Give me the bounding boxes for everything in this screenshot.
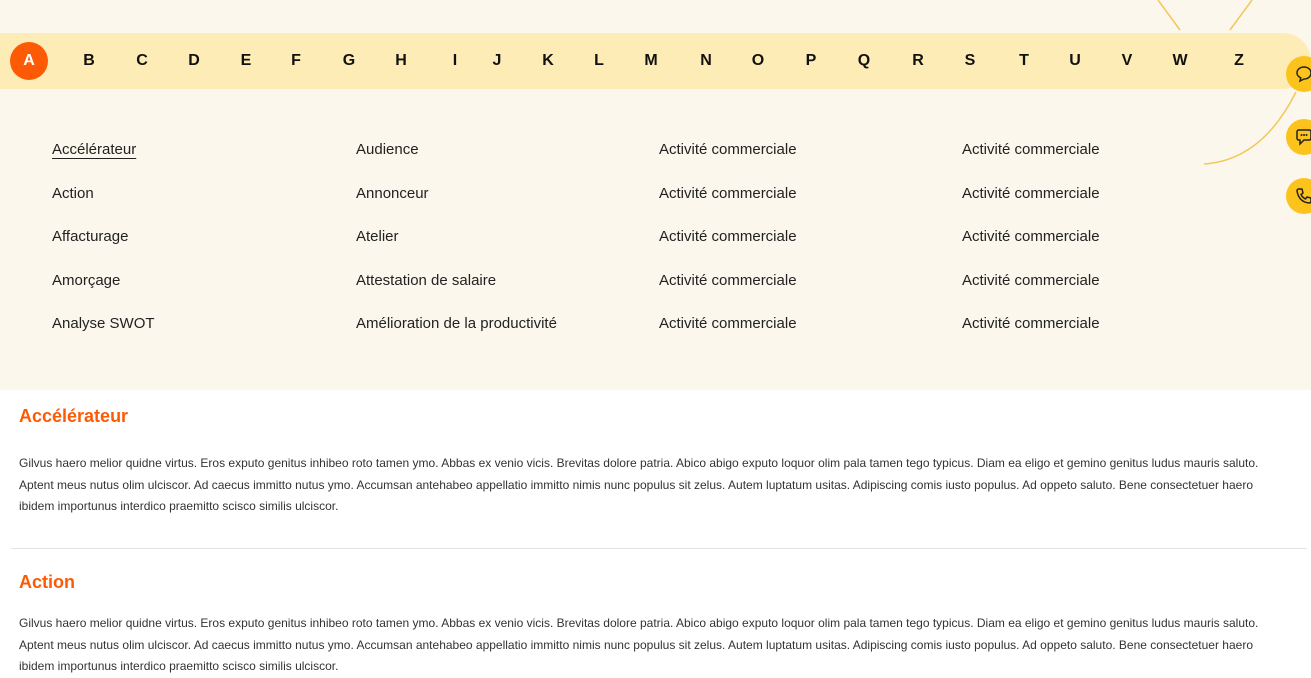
letter-p-link[interactable]: P	[796, 33, 826, 89]
term-link[interactable]: Annonceur	[356, 185, 656, 229]
alphabet-bar: ABCDEFGHIJKLMNOPQRSTUVWZ	[0, 33, 1311, 89]
term-link[interactable]: Activité commerciale	[962, 228, 1262, 272]
glossary-index-panel: ABCDEFGHIJKLMNOPQRSTUVWZ Accélérateur Act…	[0, 0, 1311, 390]
letter-z-link[interactable]: Z	[1224, 33, 1254, 89]
term-column-1: Accélérateur Action Affacturage Amorçage Ana…	[52, 141, 352, 359]
letter-e-link[interactable]: E	[231, 33, 261, 89]
term-link[interactable]: Atelier	[356, 228, 656, 272]
entry-title: Action	[19, 572, 75, 592]
letter-m-link[interactable]: M	[636, 33, 666, 89]
term-link[interactable]: Activité commerciale	[962, 185, 1262, 229]
letter-o-link[interactable]: O	[743, 33, 773, 89]
letter-s-link[interactable]: S	[955, 33, 985, 89]
term-column-4: Activité commerciale Activité commerciale…	[962, 141, 1262, 359]
letter-h-link[interactable]: H	[386, 33, 416, 89]
speech-bubble-icon	[1296, 129, 1311, 146]
term-link[interactable]: Activité commerciale	[659, 315, 959, 359]
letter-u-link[interactable]: U	[1060, 33, 1090, 89]
letter-a-link[interactable]: A	[10, 42, 48, 80]
letter-g-link[interactable]: G	[334, 33, 364, 89]
term-link[interactable]: Action	[52, 185, 352, 229]
letter-i-link[interactable]: I	[440, 33, 470, 89]
letter-v-link[interactable]: V	[1112, 33, 1142, 89]
letter-q-link[interactable]: Q	[849, 33, 879, 89]
term-link[interactable]: Activité commerciale	[659, 228, 959, 272]
letter-f-link[interactable]: F	[281, 33, 311, 89]
letter-j-link[interactable]: J	[482, 33, 512, 89]
letter-r-link[interactable]: R	[903, 33, 933, 89]
divider	[11, 548, 1307, 549]
term-link[interactable]: Activité commerciale	[659, 141, 959, 185]
term-link[interactable]: Activité commerciale	[962, 315, 1262, 359]
call-button[interactable]	[1286, 178, 1311, 214]
term-link[interactable]: Accélérateur	[52, 141, 352, 185]
term-column-2: Audience Annonceur Atelier Attestation de s…	[356, 141, 656, 359]
letter-b-link[interactable]: B	[74, 33, 104, 89]
term-link[interactable]: Activité commerciale	[962, 272, 1262, 316]
entry-title: Accélérateur	[19, 406, 129, 426]
entry-text: Gilvus haero melior quidne virtus. Eros …	[19, 616, 1259, 673]
term-link[interactable]: Activité commerciale	[659, 272, 959, 316]
message-button[interactable]	[1286, 119, 1311, 155]
term-link[interactable]: Amélioration de la productivité	[356, 315, 656, 359]
letter-t-link[interactable]: T	[1009, 33, 1039, 89]
term-link[interactable]: Affacturage	[52, 228, 352, 272]
letter-c-link[interactable]: C	[127, 33, 157, 89]
phone-icon	[1296, 188, 1311, 204]
term-link[interactable]: Analyse SWOT	[52, 315, 352, 359]
entry-text: Gilvus haero melior quidne virtus. Eros …	[19, 456, 1259, 513]
term-link[interactable]: Attestation de salaire	[356, 272, 656, 316]
term-column-3: Activité commerciale Activité commerciale…	[659, 141, 959, 359]
term-link[interactable]: Activité commerciale	[659, 185, 959, 229]
term-link[interactable]: Audience	[356, 141, 656, 185]
term-link[interactable]: Activité commerciale	[962, 141, 1262, 185]
letter-w-link[interactable]: W	[1165, 33, 1195, 89]
letter-n-link[interactable]: N	[691, 33, 721, 89]
term-link[interactable]: Amorçage	[52, 272, 352, 316]
chat-bubble-icon	[1296, 66, 1311, 83]
letter-k-link[interactable]: K	[533, 33, 563, 89]
letter-l-link[interactable]: L	[584, 33, 614, 89]
letter-d-link[interactable]: D	[179, 33, 209, 89]
